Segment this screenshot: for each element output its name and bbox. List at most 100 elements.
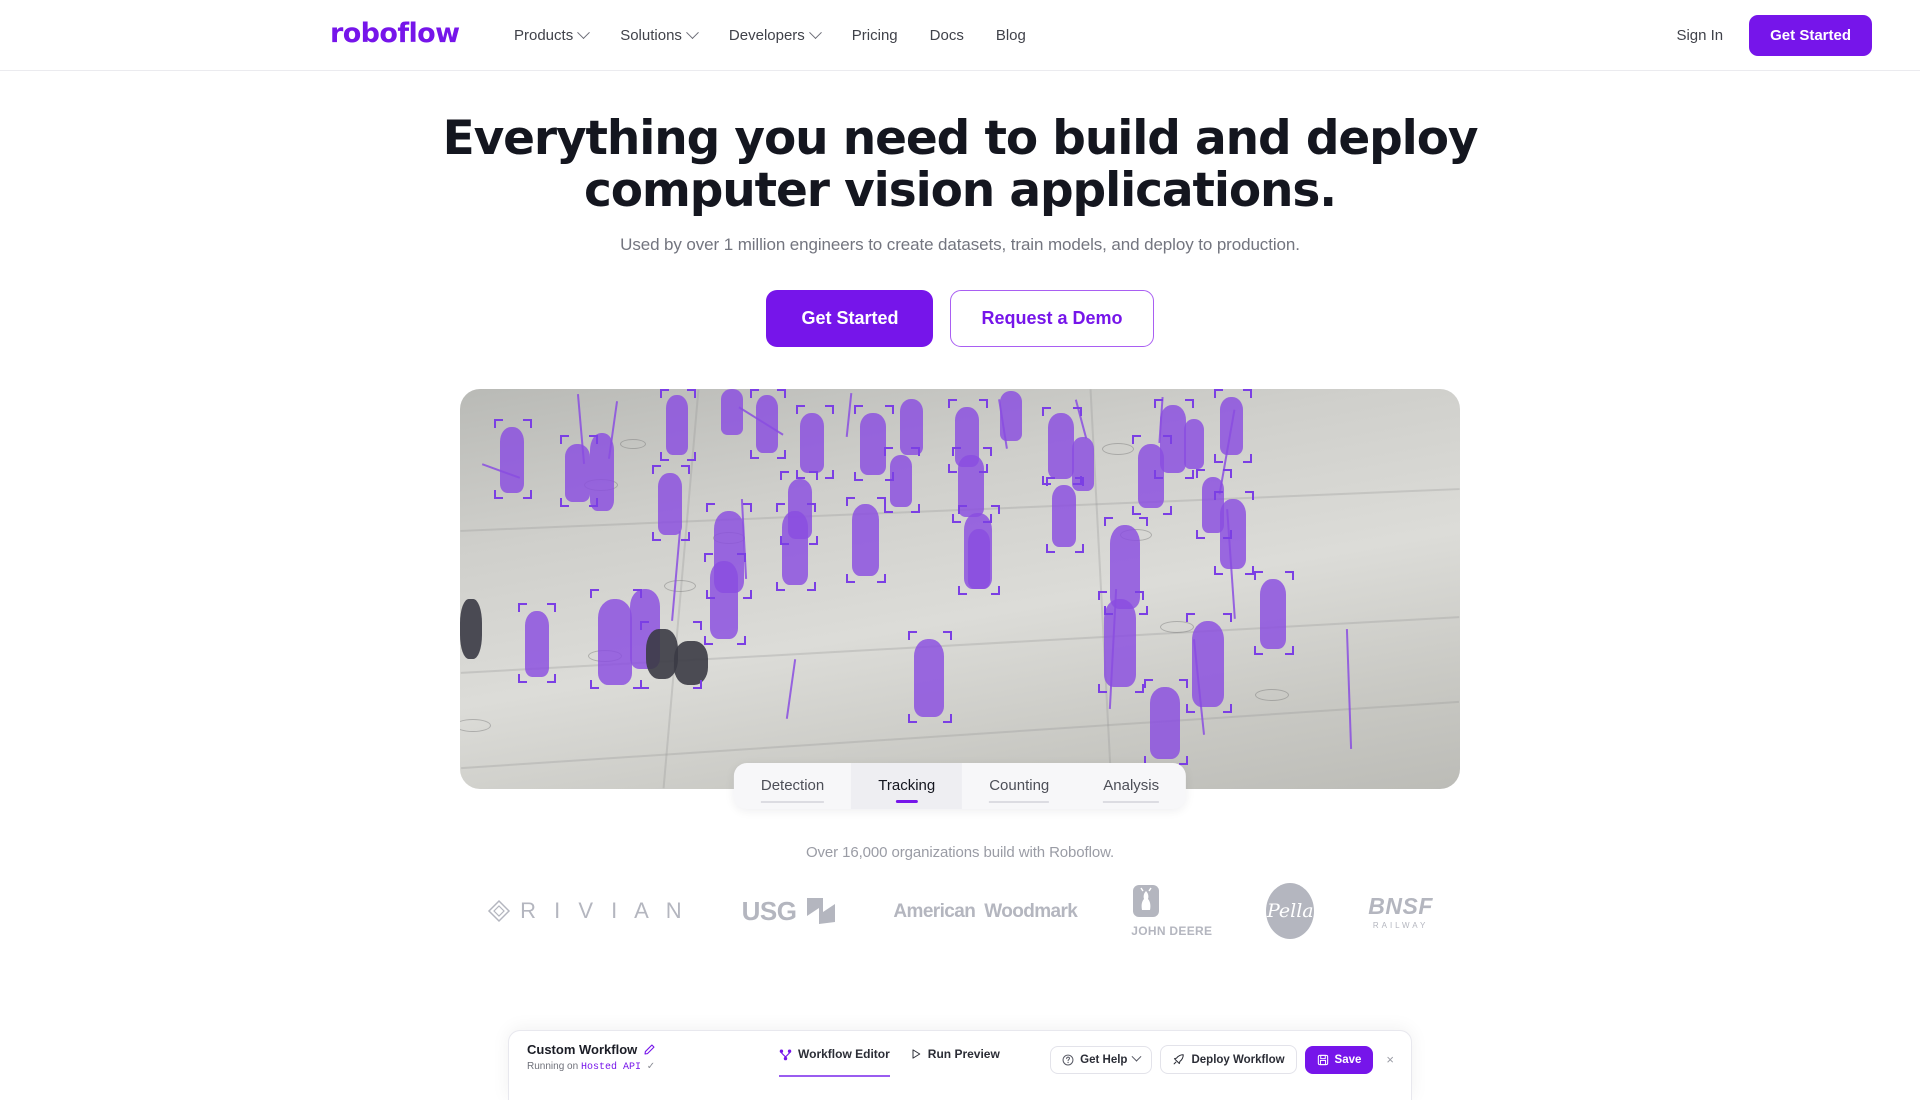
logo-bnsf: BNSF RAILWAY <box>1368 893 1433 930</box>
help-icon <box>1062 1054 1074 1065</box>
tab-underline <box>760 801 825 804</box>
bounding-box <box>796 405 834 480</box>
nav-item-label: Developers <box>728 27 805 44</box>
nav-item-label: Products <box>514 27 574 44</box>
bounding-box <box>640 621 702 690</box>
workflow-status-prefix: Running on <box>527 1061 579 1072</box>
hero-section: Everything you need to build and deploy … <box>0 71 1920 348</box>
logo-john-deere: JOHN DEERE <box>1131 884 1212 938</box>
get-help-label: Get Help <box>1080 1053 1128 1066</box>
tab-label: Counting <box>989 777 1050 795</box>
check-icon: ✓ <box>646 1061 656 1072</box>
nav-item-docs[interactable]: Docs <box>914 19 980 52</box>
top-navigation-bar: roboflow Products Solutions Developers P… <box>0 0 1920 71</box>
bounding-box <box>1254 571 1294 656</box>
workflow-editor-panel: Custom Workflow Running on Hosted API ✓ … <box>508 1030 1412 1100</box>
get-help-button[interactable]: Get Help <box>1050 1045 1153 1074</box>
headline-line-2: computer vision applications. <box>583 163 1337 219</box>
nav-item-pricing[interactable]: Pricing <box>836 19 914 52</box>
page-title: Everything you need to build and deploy … <box>0 111 1920 219</box>
demo-tab-switcher: Detection Tracking Counting Analysis <box>733 763 1187 810</box>
workflow-status: Running on Hosted API ✓ <box>527 1061 779 1073</box>
workflow-tab-editor[interactable]: Workflow Editor <box>779 1047 890 1077</box>
bounding-box <box>1214 491 1254 576</box>
detected-object-dark <box>460 599 482 660</box>
nav-item-label: Blog <box>995 27 1026 44</box>
tab-underline-active <box>895 800 918 804</box>
tracking-demo-video[interactable] <box>460 389 1460 790</box>
nav-item-label: Docs <box>929 27 964 44</box>
workflow-title: Custom Workflow <box>527 1042 638 1057</box>
nav-item-label: Pricing <box>851 27 898 44</box>
workflow-actions: Get Help Deploy Workflow Save × <box>1050 1031 1411 1074</box>
nav-actions: Sign In Get Started <box>1664 0 1872 71</box>
floor-ring <box>1102 443 1134 456</box>
bounding-box <box>908 631 952 724</box>
tab-tracking[interactable]: Tracking <box>851 763 963 810</box>
bounding-box <box>660 389 696 462</box>
logo-bnsf-text: BNSF <box>1368 892 1433 919</box>
nav-get-started-button[interactable]: Get Started <box>1749 15 1872 56</box>
bounding-box <box>1098 591 1144 694</box>
social-proof-section: Over 16,000 organizations build with Rob… <box>0 844 1920 940</box>
bounding-box <box>958 505 1000 596</box>
floor-ring <box>460 719 491 733</box>
hero-cta-group: Get Started Request a Demo <box>0 290 1920 348</box>
nav-item-developers[interactable]: Developers <box>713 19 836 52</box>
rivian-diamond-icon <box>488 900 511 923</box>
save-label: Save <box>1334 1053 1362 1066</box>
play-icon <box>912 1049 921 1059</box>
workflow-tabs: Workflow Editor Run Preview <box>779 1031 1000 1077</box>
chevron-down-icon <box>1132 1051 1142 1062</box>
logo-american-woodmark: American Woodmark <box>893 902 1077 921</box>
logo-bnsf-subtext: RAILWAY <box>1372 920 1429 930</box>
bounding-box <box>750 389 786 460</box>
workflow-icon <box>779 1049 792 1060</box>
hero-request-demo-button[interactable]: Request a Demo <box>950 290 1154 348</box>
john-deere-deer-icon <box>1133 885 1160 918</box>
deploy-workflow-label: Deploy Workflow <box>1191 1053 1285 1066</box>
hero-subheading: Used by over 1 million engineers to crea… <box>620 235 1300 255</box>
save-button[interactable]: Save <box>1304 1045 1374 1074</box>
logo-aw-line1: American <box>893 900 976 922</box>
logo-pella-text: Pella <box>1266 900 1314 923</box>
nav-item-solutions[interactable]: Solutions <box>604 19 713 52</box>
tab-analysis[interactable]: Analysis <box>1076 763 1186 809</box>
roboflow-logo[interactable]: roboflow <box>330 18 460 49</box>
workflow-status-target: Hosted API <box>580 1062 641 1073</box>
tab-label: Tracking <box>878 777 936 795</box>
deploy-workflow-button[interactable]: Deploy Workflow <box>1160 1045 1297 1074</box>
tab-detection[interactable]: Detection <box>734 763 851 809</box>
workflow-title-block: Custom Workflow Running on Hosted API ✓ <box>509 1031 779 1073</box>
demo-video-section: Detection Tracking Counting Analysis <box>460 389 1460 810</box>
hero-get-started-button[interactable]: Get Started <box>766 290 934 348</box>
bounding-box <box>494 419 532 500</box>
workflow-tab-label: Workflow Editor <box>798 1047 890 1061</box>
logo-jd-text: JOHN DEERE <box>1131 924 1213 939</box>
tab-counting[interactable]: Counting <box>962 763 1076 809</box>
floor-seam <box>461 701 1459 769</box>
bounding-box <box>1046 477 1084 554</box>
chevron-down-icon <box>808 26 822 40</box>
tab-label: Detection <box>760 777 825 795</box>
orgs-caption: Over 16,000 organizations build with Rob… <box>805 844 1115 862</box>
sign-in-link[interactable]: Sign In <box>1664 19 1735 52</box>
nav-item-products[interactable]: Products <box>498 19 604 52</box>
logo-rivian: R I V I A N <box>487 898 687 924</box>
detected-person <box>721 389 743 436</box>
workflow-tab-run-preview[interactable]: Run Preview <box>910 1047 1000 1077</box>
edit-pencil-icon[interactable] <box>644 1044 655 1055</box>
headline-line-1: Everything you need to build and deploy <box>442 111 1479 166</box>
bounding-box <box>652 465 690 542</box>
bounding-box <box>560 435 598 508</box>
motion-trail <box>785 659 797 720</box>
usg-mark-icon <box>807 898 836 925</box>
rocket-icon <box>1174 1054 1185 1065</box>
bounding-box <box>1042 407 1082 486</box>
nav-item-blog[interactable]: Blog <box>980 19 1042 52</box>
bounding-box <box>1186 613 1232 714</box>
bounding-box <box>704 553 746 646</box>
bounding-box <box>1214 389 1252 464</box>
close-icon[interactable]: × <box>1381 1052 1399 1067</box>
floor-ring <box>620 439 646 450</box>
